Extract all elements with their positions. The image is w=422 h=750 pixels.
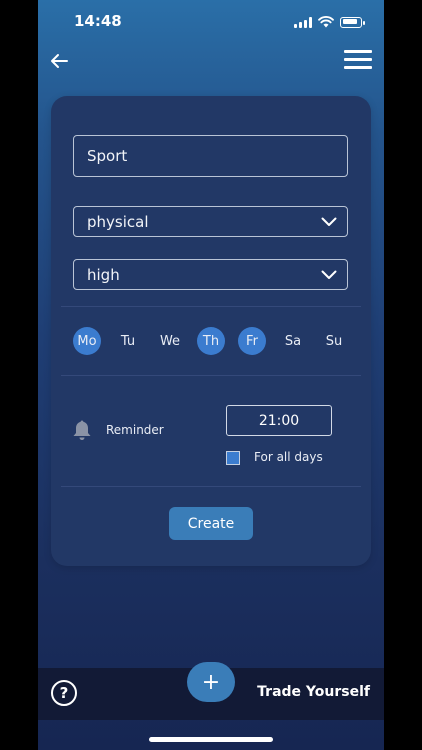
- create-button[interactable]: Create: [169, 507, 253, 540]
- divider: [61, 306, 361, 307]
- wifi-icon: [318, 16, 334, 28]
- hamburger-menu-icon[interactable]: [344, 50, 372, 70]
- status-bar: 14:48: [38, 12, 384, 34]
- brand-name: Trade Yourself: [257, 684, 370, 700]
- day-saturday[interactable]: Sa: [279, 327, 307, 355]
- habit-priority-value: high: [87, 265, 120, 284]
- chevron-down-icon: [321, 270, 337, 279]
- day-wednesday[interactable]: We: [156, 327, 184, 355]
- habit-type-value: physical: [87, 212, 149, 231]
- day-thursday[interactable]: Th: [197, 327, 225, 355]
- weekday-selector: Mo Tu We Th Fr Sa Su: [73, 327, 353, 355]
- help-button[interactable]: ?: [51, 680, 77, 706]
- all-days-checkbox[interactable]: [226, 451, 240, 465]
- bell-icon: [73, 420, 91, 440]
- divider: [61, 486, 361, 487]
- reminder-time-input[interactable]: [226, 405, 332, 436]
- day-friday[interactable]: Fr: [238, 327, 266, 355]
- cellular-signal-icon: [294, 16, 312, 28]
- all-days-label: For all days: [254, 450, 323, 464]
- status-icons: [294, 16, 365, 28]
- habit-form-card: physical high Mo Tu We Th Fr Sa Su Rem: [51, 96, 371, 566]
- day-sunday[interactable]: Su: [320, 327, 348, 355]
- app-screen: 14:48 physical high: [38, 0, 384, 750]
- chevron-down-icon: [321, 217, 337, 226]
- add-button[interactable]: +: [187, 662, 235, 702]
- back-arrow-icon[interactable]: [48, 50, 70, 72]
- day-monday[interactable]: Mo: [73, 327, 101, 355]
- day-tuesday[interactable]: Tu: [114, 327, 142, 355]
- status-time: 14:48: [74, 12, 122, 30]
- battery-icon: [340, 16, 365, 28]
- habit-priority-select[interactable]: high: [73, 259, 348, 290]
- reminder-label: Reminder: [106, 423, 164, 437]
- habit-name-input[interactable]: [73, 135, 348, 177]
- habit-type-select[interactable]: physical: [73, 206, 348, 237]
- home-indicator: [149, 737, 273, 742]
- divider: [61, 375, 361, 376]
